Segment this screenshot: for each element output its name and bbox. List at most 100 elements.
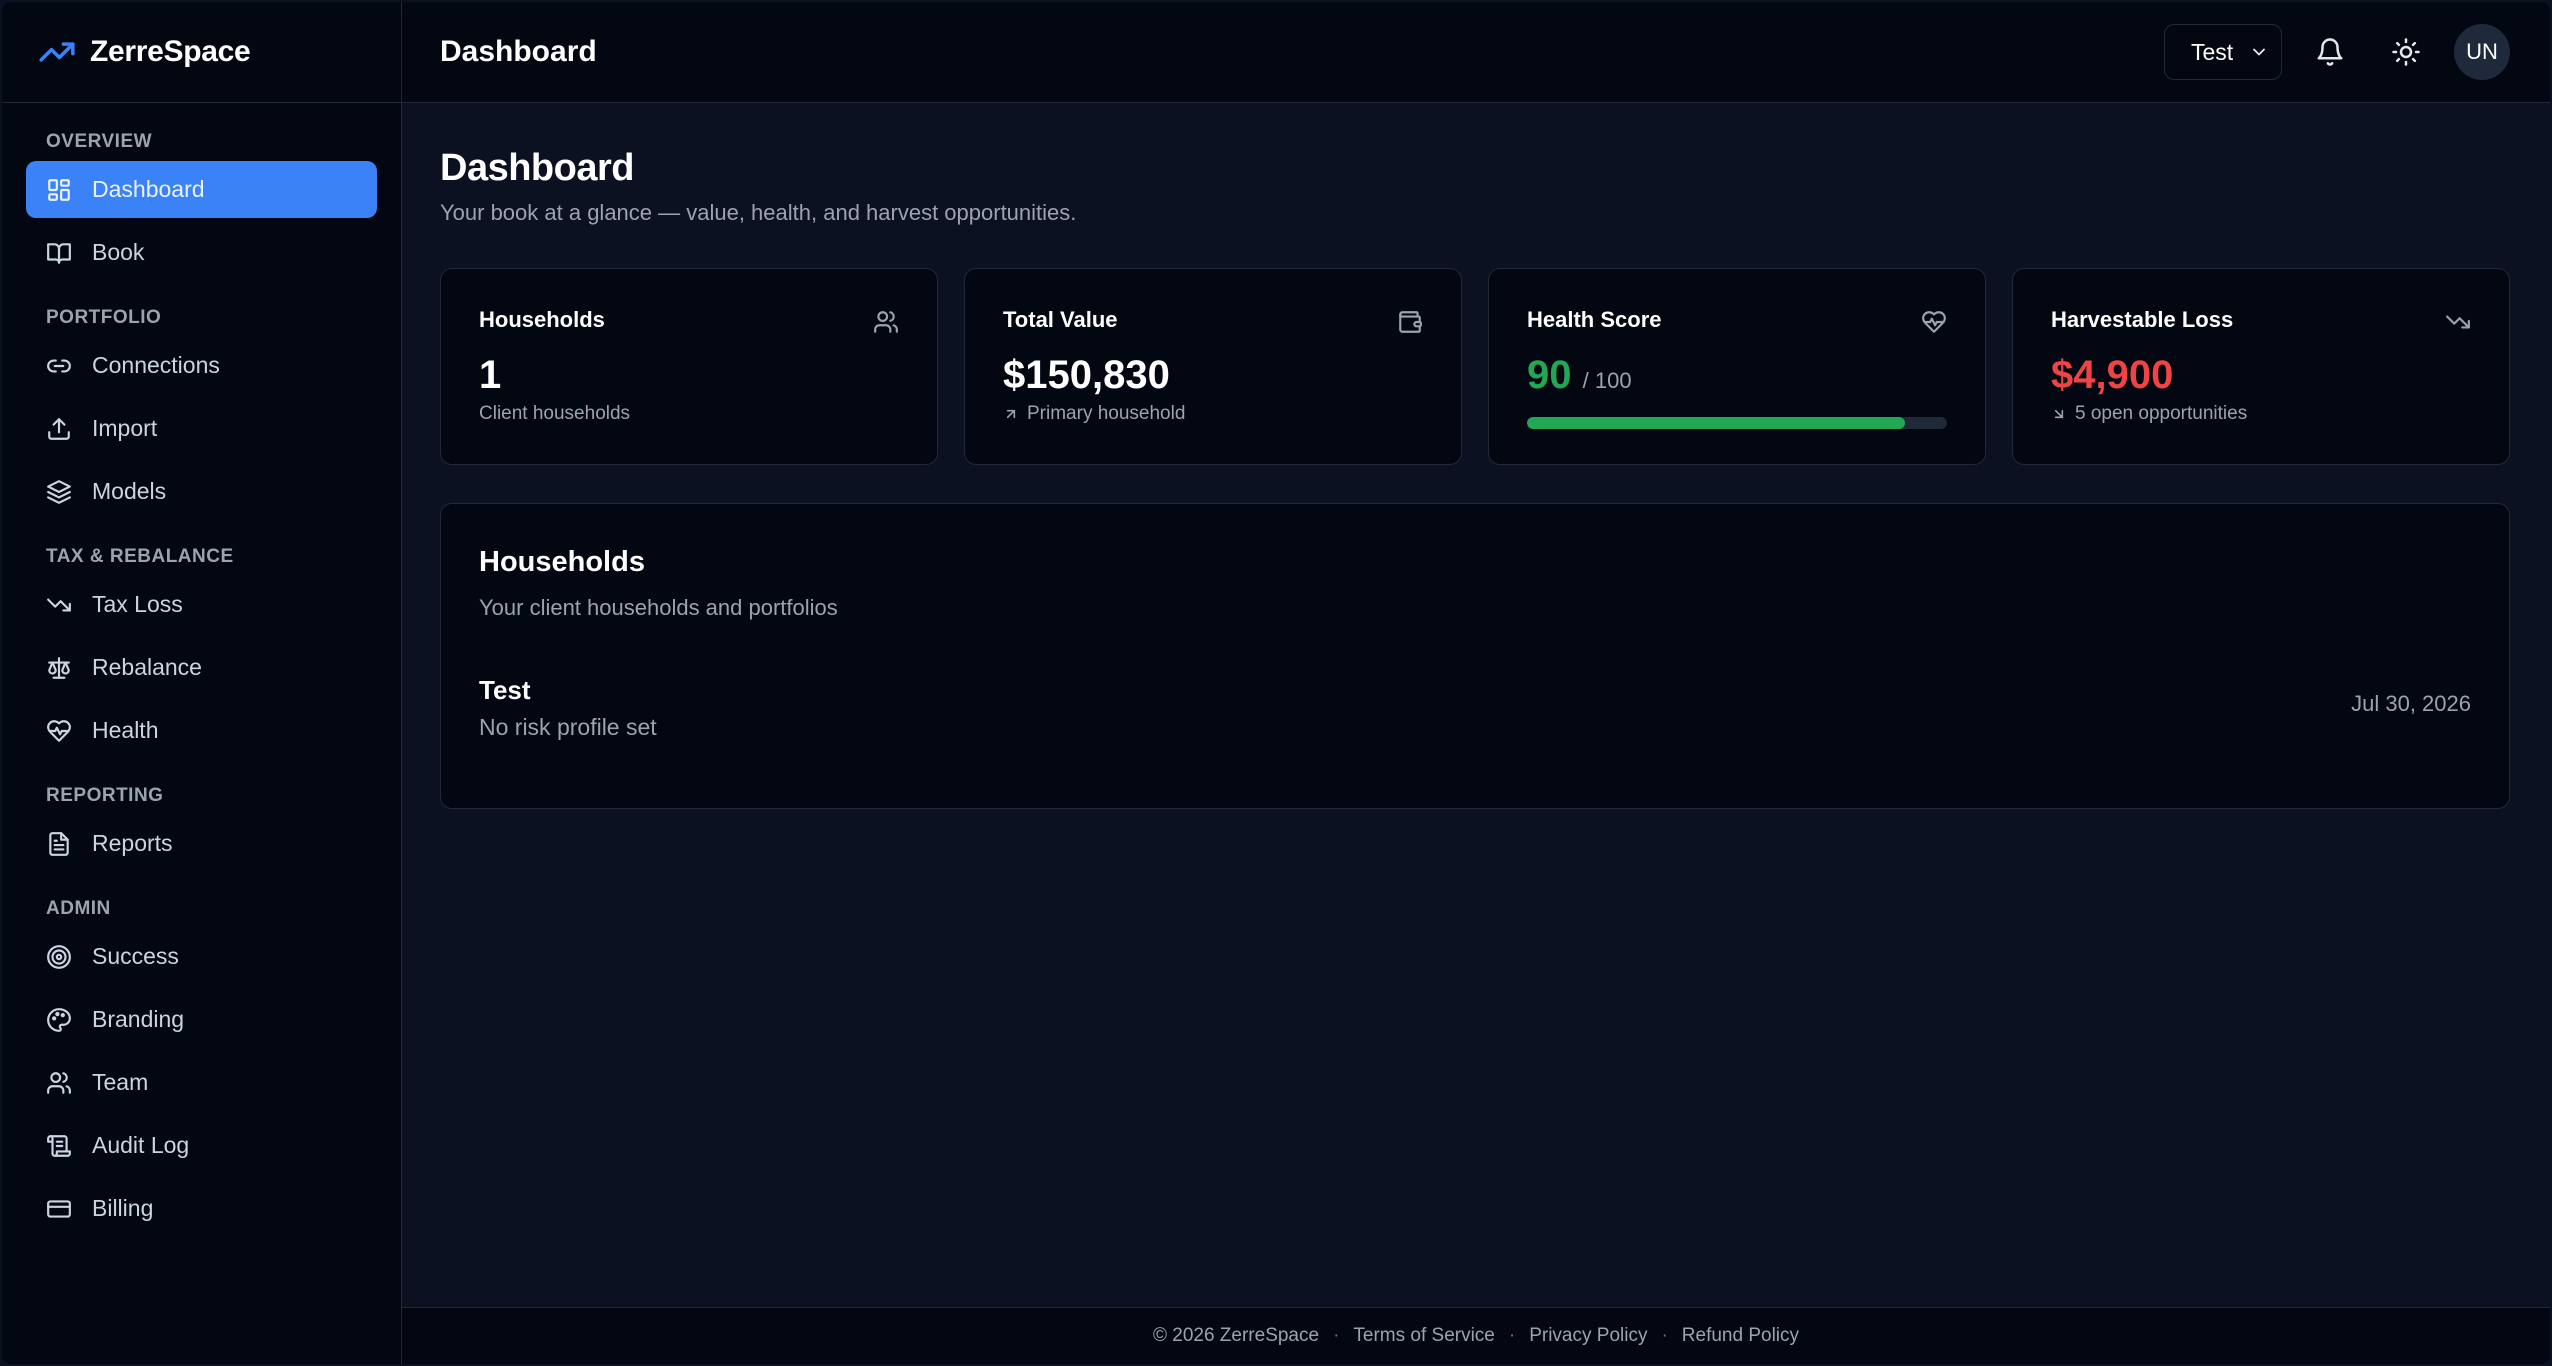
- nav-section-overview: OVERVIEW: [46, 131, 153, 152]
- heart-pulse-icon: [1922, 311, 1946, 333]
- sidebar-item-health[interactable]: Health: [26, 702, 377, 759]
- nav-section-admin: ADMIN: [46, 898, 111, 919]
- sidebar: ZerreSpace OVERVIEW Dashboard Book PORTF…: [2, 2, 402, 1364]
- sidebar-item-reports[interactable]: Reports: [26, 815, 377, 872]
- household-row[interactable]: Test No risk profile set Jul 30, 2026: [479, 675, 2471, 741]
- bell-icon: [2317, 38, 2343, 66]
- credit-card-icon: [47, 1199, 71, 1218]
- stat-sub: 5 open opportunities: [2051, 403, 2471, 425]
- sidebar-item-label: Team: [92, 1069, 149, 1095]
- heart-pulse-icon: [47, 719, 71, 742]
- health-score-suffix: / 100: [1582, 368, 1632, 393]
- brand[interactable]: ZerreSpace: [2, 2, 401, 103]
- sidebar-item-success[interactable]: Success: [26, 928, 377, 985]
- file-text-icon: [49, 831, 69, 856]
- sidebar-item-label: Models: [92, 478, 167, 504]
- layers-icon: [47, 479, 71, 504]
- sidebar-item-audit-log[interactable]: Audit Log: [26, 1117, 377, 1174]
- panel-title: Households: [479, 546, 645, 578]
- household-name: Test: [479, 675, 531, 705]
- health-score-progress: [1527, 417, 1947, 429]
- sidebar-item-label: Health: [92, 717, 159, 743]
- sidebar-item-label: Reports: [92, 830, 173, 856]
- trending-down-icon: [47, 598, 71, 611]
- footer-terms-link[interactable]: Terms of Service: [1353, 1325, 1494, 1347]
- stat-label: Harvestable Loss: [2051, 307, 2234, 332]
- stat-value: $150,830: [1003, 353, 1170, 397]
- health-score-progress-fill: [1527, 417, 1905, 429]
- sidebar-item-rebalance[interactable]: Rebalance: [26, 639, 377, 696]
- sidebar-item-team[interactable]: Team: [26, 1054, 377, 1111]
- household-risk: No risk profile set: [479, 714, 657, 740]
- page-title: Dashboard: [440, 147, 634, 189]
- nav-section-tax-rebalance: TAX & REBALANCE: [46, 546, 234, 567]
- sidebar-item-label: Branding: [92, 1006, 185, 1032]
- sidebar-item-label: Dashboard: [92, 176, 205, 202]
- trending-down-icon: [2446, 315, 2470, 329]
- sidebar-item-dashboard[interactable]: Dashboard: [26, 161, 377, 218]
- link-icon: [47, 359, 71, 372]
- sidebar-item-branding[interactable]: Branding: [26, 991, 377, 1048]
- footer-privacy-link[interactable]: Privacy Policy: [1529, 1325, 1647, 1347]
- stat-card-total-value: Total Value $150,830 Primary household: [964, 268, 1462, 465]
- upload-icon: [48, 417, 70, 440]
- sidebar-item-label: Audit Log: [92, 1132, 190, 1158]
- sidebar-item-billing[interactable]: Billing: [26, 1180, 377, 1237]
- footer-separator: ·: [1333, 1325, 1340, 1346]
- footer-separator: ·: [1508, 1325, 1516, 1346]
- sidebar-item-connections[interactable]: Connections: [26, 337, 377, 394]
- sidebar-item-label: Rebalance: [92, 654, 202, 680]
- trending-up-icon: [39, 42, 75, 62]
- stat-card-harvestable-loss: Harvestable Loss $4,900 5 open opportuni…: [2012, 268, 2510, 465]
- stat-value: $4,900: [2051, 353, 2174, 397]
- stat-sub-text: 5 open opportunities: [2075, 403, 2248, 424]
- topbar-title: Dashboard: [440, 35, 597, 68]
- stat-value: 90 / 100: [1527, 353, 1947, 403]
- brand-name: ZerreSpace: [90, 35, 251, 68]
- book-open-icon: [47, 242, 71, 264]
- stat-label: Total Value: [1003, 307, 1118, 332]
- main-area: Dashboard Test UN Dashboard Your book at…: [402, 2, 2550, 1364]
- notifications-button[interactable]: [2302, 24, 2358, 80]
- sidebar-item-models[interactable]: Models: [26, 463, 377, 520]
- sidebar-item-tax-loss[interactable]: Tax Loss: [26, 576, 377, 633]
- dashboard-icon: [48, 178, 70, 201]
- sidebar-item-label: Connections: [92, 352, 220, 378]
- user-avatar[interactable]: UN: [2454, 24, 2510, 80]
- household-select[interactable]: Test: [2164, 24, 2282, 80]
- health-score-value: 90: [1527, 353, 1572, 397]
- sidebar-item-book[interactable]: Book: [26, 224, 377, 281]
- topbar: Dashboard Test UN: [402, 2, 2550, 103]
- stat-label: Health Score: [1527, 307, 1662, 332]
- theme-toggle-button[interactable]: [2378, 24, 2434, 80]
- sidebar-item-label: Book: [92, 239, 145, 265]
- households-panel: Households Your client households and po…: [440, 503, 2510, 809]
- sidebar-item-import[interactable]: Import: [26, 400, 377, 457]
- wallet-icon: [1399, 311, 1422, 333]
- page-subtitle: Your book at a glance — value, health, a…: [440, 200, 1077, 225]
- stat-sub-text: Client households: [479, 403, 631, 424]
- sun-icon: [2392, 38, 2420, 66]
- footer: © 2026 ZerreSpace · Terms of Service · P…: [402, 1307, 2550, 1364]
- users-icon: [47, 1071, 71, 1094]
- stat-card-health-score: Health Score 90 / 100: [1488, 268, 1986, 465]
- stat-label: Households: [479, 307, 605, 332]
- nav-section-portfolio: PORTFOLIO: [46, 307, 162, 328]
- stats-row: Households 1 Client households Total Val…: [440, 268, 2512, 465]
- arrow-down-right-icon: [2054, 409, 2064, 419]
- sidebar-item-label: Import: [92, 415, 158, 441]
- users-icon: [874, 311, 898, 333]
- household-select-value: Test: [2191, 38, 2234, 65]
- footer-copyright: © 2026 ZerreSpace: [1152, 1325, 1320, 1346]
- sidebar-item-label: Success: [92, 943, 179, 969]
- sidebar-item-label: Tax Loss: [92, 591, 183, 617]
- household-date: Jul 30, 2026: [2351, 691, 2471, 716]
- stat-sub-text: Primary household: [1027, 403, 1186, 424]
- nav-section-reporting: REPORTING: [46, 785, 164, 806]
- palette-icon: [47, 1007, 71, 1032]
- footer-separator: ·: [1661, 1325, 1668, 1346]
- sidebar-nav: OVERVIEW Dashboard Book PORTFOLIO Connec…: [2, 103, 401, 1243]
- scroll-text-icon: [47, 1134, 71, 1157]
- footer-refund-link[interactable]: Refund Policy: [1682, 1325, 1799, 1347]
- stat-sub: Primary household: [1003, 403, 1423, 425]
